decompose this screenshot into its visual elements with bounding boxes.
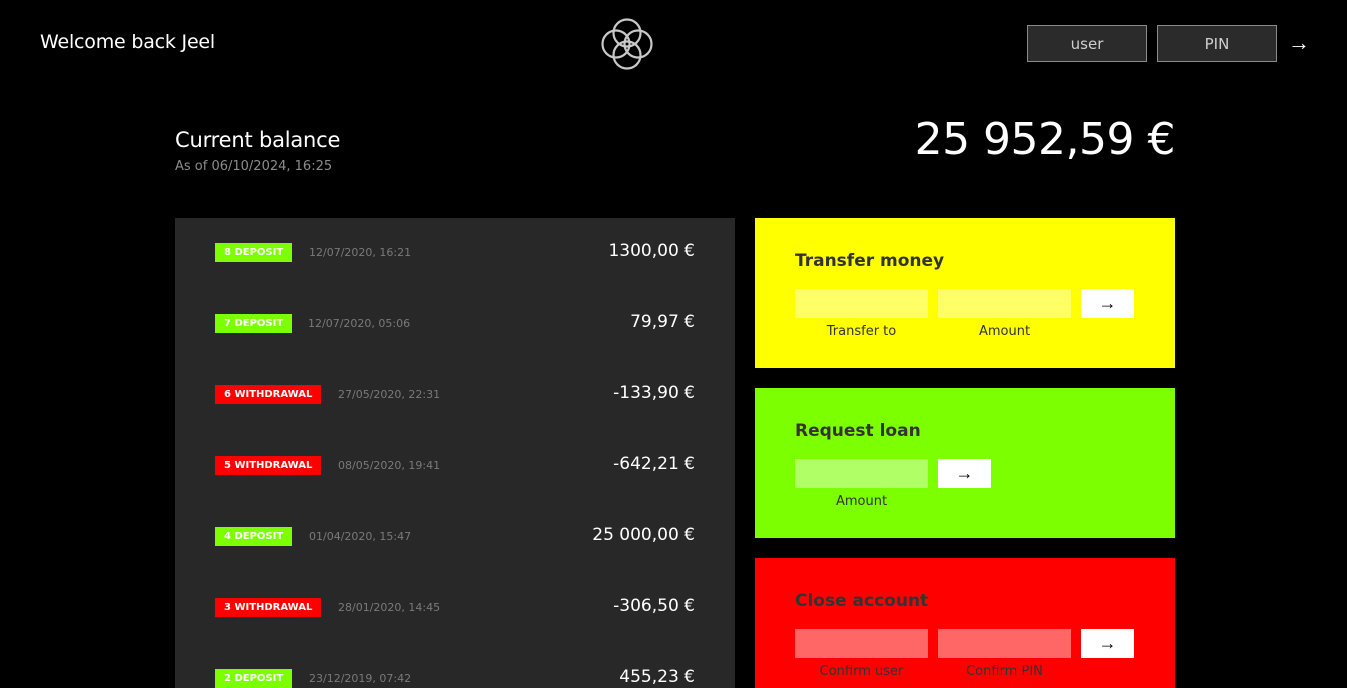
login-arrow-button[interactable]: → bbox=[1284, 27, 1314, 59]
movement-date: 28/01/2020, 14:45 bbox=[338, 601, 441, 614]
movement-value: 455,23 € bbox=[619, 667, 695, 687]
movement-type-badge: 7 DEPOSIT bbox=[215, 314, 293, 333]
movement-value: 1300,00 € bbox=[608, 241, 695, 261]
movement-date: 27/05/2020, 22:31 bbox=[338, 388, 441, 401]
movement-type-badge: 2 DEPOSIT bbox=[215, 669, 293, 688]
transfer-to-input[interactable] bbox=[795, 289, 928, 318]
movements-list[interactable]: 8 DEPOSIT 12/07/2020, 16:21 1300,00 € 7 … bbox=[175, 218, 735, 688]
logo-icon bbox=[601, 18, 653, 70]
loan-amount-input[interactable] bbox=[795, 459, 928, 488]
movement-row: 5 WITHDRAWAL 08/05/2020, 19:41 -642,21 € bbox=[175, 431, 735, 502]
movement-value: 25 000,00 € bbox=[592, 525, 695, 545]
movement-date: 01/04/2020, 15:47 bbox=[309, 530, 412, 543]
movement-row: 7 DEPOSIT 12/07/2020, 05:06 79,97 € bbox=[175, 289, 735, 360]
movement-date: 12/07/2020, 05:06 bbox=[308, 317, 411, 330]
movement-row: 6 WITHDRAWAL 27/05/2020, 22:31 -133,90 € bbox=[175, 360, 735, 431]
transfer-submit-button[interactable]: → bbox=[1081, 289, 1134, 318]
top-nav: Welcome back Jeel → bbox=[0, 0, 1347, 88]
arrow-right-icon: → bbox=[1098, 293, 1117, 313]
login-pin-input[interactable] bbox=[1157, 25, 1277, 62]
transfer-title: Transfer money bbox=[795, 251, 945, 271]
movement-type-badge: 5 WITHDRAWAL bbox=[215, 456, 322, 475]
loan-panel: Request loan → Amount bbox=[755, 388, 1175, 538]
close-pin-input[interactable] bbox=[938, 629, 1071, 658]
movement-date: 12/07/2020, 16:21 bbox=[309, 246, 412, 259]
login-user-input[interactable] bbox=[1027, 25, 1147, 62]
movement-value: 79,97 € bbox=[630, 312, 695, 332]
movement-type-badge: 8 DEPOSIT bbox=[215, 243, 293, 262]
arrow-right-icon: → bbox=[1098, 633, 1117, 653]
movement-row: 3 WITHDRAWAL 28/01/2020, 14:45 -306,50 € bbox=[175, 573, 735, 644]
movement-value: -642,21 € bbox=[613, 454, 695, 474]
transfer-amount-label: Amount bbox=[978, 324, 1031, 339]
movement-type-badge: 4 DEPOSIT bbox=[215, 527, 293, 546]
movement-row: 8 DEPOSIT 12/07/2020, 16:21 1300,00 € bbox=[175, 218, 735, 289]
balance-label: Current balance bbox=[175, 128, 341, 152]
arrow-right-icon: → bbox=[1288, 30, 1310, 55]
welcome-message: Welcome back Jeel bbox=[40, 31, 216, 53]
transfer-to-label: Transfer to bbox=[826, 324, 897, 339]
movement-row: 2 DEPOSIT 23/12/2019, 07:42 455,23 € bbox=[175, 644, 735, 688]
loan-title: Request loan bbox=[795, 421, 921, 441]
balance-value: 25 952,59 € bbox=[914, 114, 1176, 165]
loan-submit-button[interactable]: → bbox=[938, 459, 991, 488]
movement-type-badge: 3 WITHDRAWAL bbox=[215, 598, 322, 617]
close-account-panel: Close account → Confirm user Confirm PIN bbox=[755, 558, 1175, 688]
movement-type-badge: 6 WITHDRAWAL bbox=[215, 385, 322, 404]
movement-date: 23/12/2019, 07:42 bbox=[309, 672, 412, 685]
transfer-panel: Transfer money → Transfer to Amount bbox=[755, 218, 1175, 368]
movement-value: -133,90 € bbox=[613, 383, 695, 403]
close-user-input[interactable] bbox=[795, 629, 928, 658]
arrow-right-icon: → bbox=[955, 463, 974, 483]
movement-date: 08/05/2020, 19:41 bbox=[338, 459, 441, 472]
transfer-amount-input[interactable] bbox=[938, 289, 1071, 318]
loan-amount-label: Amount bbox=[835, 494, 888, 509]
close-account-title: Close account bbox=[795, 591, 929, 611]
movement-value: -306,50 € bbox=[613, 596, 695, 616]
balance-date: As of 06/10/2024, 16:25 bbox=[175, 159, 333, 174]
movement-row: 4 DEPOSIT 01/04/2020, 15:47 25 000,00 € bbox=[175, 502, 735, 573]
close-submit-button[interactable]: → bbox=[1081, 629, 1134, 658]
